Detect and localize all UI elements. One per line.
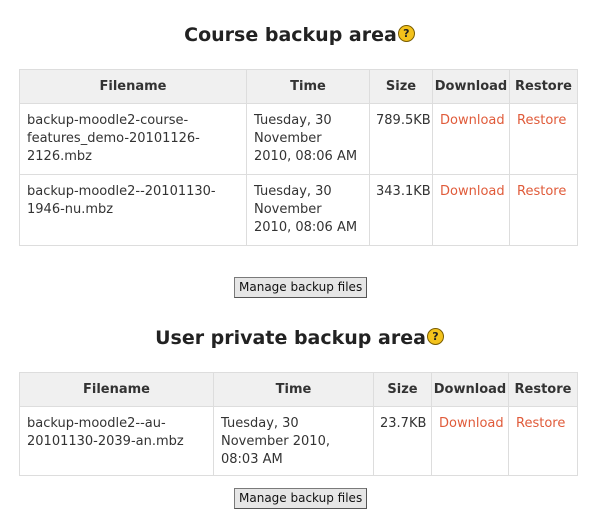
download-cell: Download (431, 406, 509, 476)
help-icon[interactable]: ? (397, 25, 415, 42)
restore-cell: Restore (508, 406, 578, 476)
time-cell: Tuesday, 30 November 2010, 08:06 AM (246, 174, 370, 246)
table-row: backup-moodle2--au-20101130-2039-an.mbz … (19, 406, 578, 476)
column-header-download: Download (432, 69, 510, 104)
time-cell: Tuesday, 30 November 2010, 08:06 AM (246, 103, 370, 175)
restore-link[interactable]: Restore (516, 416, 565, 431)
column-header-filename: Filename (19, 372, 214, 407)
column-header-size: Size (373, 372, 432, 407)
help-icon[interactable]: ? (426, 328, 444, 345)
table-row: backup-moodle2-course-features_demo-2010… (19, 103, 578, 175)
course-backup-heading: Course backup area? (0, 22, 599, 48)
restore-cell: Restore (509, 174, 578, 246)
restore-cell: Restore (509, 103, 578, 175)
size-cell: 343.1KB (369, 174, 433, 246)
column-header-time: Time (213, 372, 374, 407)
size-cell: 789.5KB (369, 103, 433, 175)
filename-cell: backup-moodle2--au-20101130-2039-an.mbz (19, 406, 214, 476)
column-header-restore: Restore (509, 69, 578, 104)
filename-cell: backup-moodle2-course-features_demo-2010… (19, 103, 247, 175)
manage-backup-files-button[interactable]: Manage backup files (234, 488, 368, 509)
restore-link[interactable]: Restore (517, 184, 566, 199)
column-header-size: Size (369, 69, 433, 104)
restore-link[interactable]: Restore (517, 113, 566, 128)
column-header-download: Download (431, 372, 509, 407)
time-cell: Tuesday, 30 November 2010, 08:03 AM (213, 406, 374, 476)
download-link[interactable]: Download (440, 184, 505, 199)
filename-cell: backup-moodle2--20101130-1946-nu.mbz (19, 174, 247, 246)
user-backup-heading: User private backup area? (0, 325, 599, 351)
column-header-restore: Restore (508, 372, 578, 407)
download-link[interactable]: Download (440, 113, 505, 128)
download-cell: Download (432, 103, 510, 175)
size-cell: 23.7KB (373, 406, 432, 476)
user-backup-table: Filename Time Size Download Restore back… (19, 372, 578, 476)
table-header-row: Filename Time Size Download Restore (19, 69, 578, 104)
table-header-row: Filename Time Size Download Restore (19, 372, 578, 407)
course-backup-title: Course backup area (184, 24, 397, 46)
course-backup-section: Course backup area? (0, 22, 599, 48)
table-row: backup-moodle2--20101130-1946-nu.mbz Tue… (19, 174, 578, 246)
course-backup-table: Filename Time Size Download Restore back… (19, 69, 578, 246)
manage-backup-files-button[interactable]: Manage backup files (234, 277, 368, 298)
column-header-filename: Filename (19, 69, 247, 104)
user-backup-section: User private backup area? (0, 325, 599, 351)
column-header-time: Time (246, 69, 370, 104)
download-link[interactable]: Download (439, 416, 504, 431)
user-backup-title: User private backup area (155, 327, 426, 349)
download-cell: Download (432, 174, 510, 246)
